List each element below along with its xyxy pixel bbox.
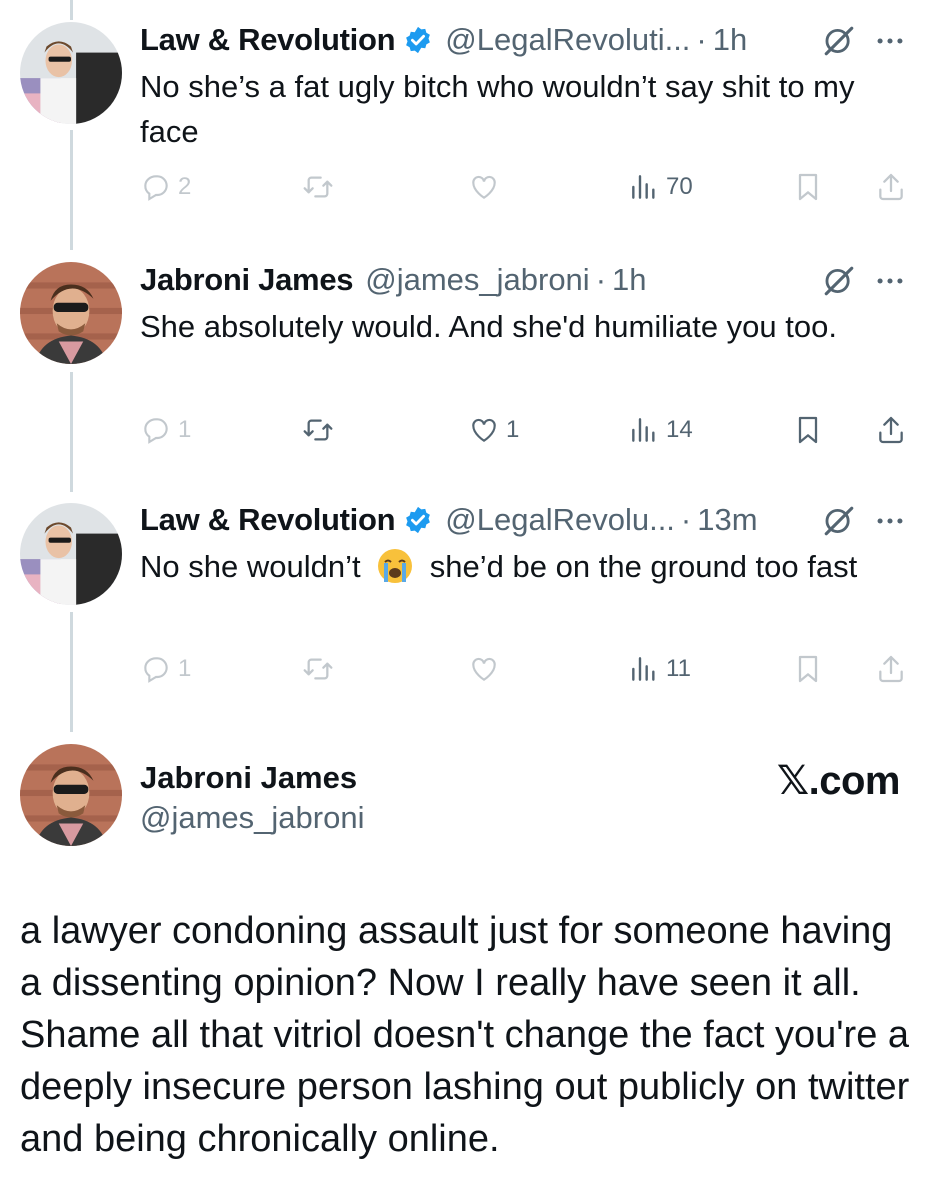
share-button[interactable] xyxy=(875,170,907,204)
like-button[interactable] xyxy=(468,652,500,686)
reply-count: 1 xyxy=(178,655,192,682)
avatar[interactable] xyxy=(20,744,122,846)
reply-count: 1 xyxy=(178,416,192,443)
author-handle[interactable]: @LegalRevoluti... xyxy=(445,22,690,58)
reply-button[interactable]: 1 xyxy=(140,652,191,686)
retweet-button[interactable] xyxy=(302,413,334,447)
separator-dot: · xyxy=(595,262,607,297)
thread-line xyxy=(70,0,73,20)
verified-icon xyxy=(403,505,433,535)
views-icon xyxy=(628,653,660,685)
reply-icon xyxy=(140,171,172,203)
like-icon xyxy=(468,414,500,446)
bookmark-icon xyxy=(792,414,824,446)
grok-icon[interactable] xyxy=(822,264,856,298)
reply-button[interactable]: 2 xyxy=(140,170,191,204)
view-count: 14 xyxy=(666,416,693,443)
share-icon xyxy=(875,171,907,203)
views-icon xyxy=(628,414,660,446)
author-name[interactable]: Jabroni James xyxy=(140,262,354,298)
bookmark-button[interactable] xyxy=(792,413,824,447)
view-count: 70 xyxy=(666,173,693,200)
author-name[interactable]: Law & Revolution xyxy=(140,502,396,538)
timestamp[interactable]: 1h xyxy=(612,262,646,298)
retweet-icon xyxy=(302,171,334,203)
separator-dot: · xyxy=(680,502,692,537)
views-button[interactable]: 11 xyxy=(628,652,691,686)
reply-count: 2 xyxy=(178,173,192,200)
tweet-text: She absolutely would. And she'd humiliat… xyxy=(140,309,837,344)
bookmark-icon xyxy=(792,653,824,685)
author-handle[interactable]: @james_jabroni xyxy=(365,262,589,298)
share-button[interactable] xyxy=(875,652,907,686)
more-icon[interactable] xyxy=(873,264,907,298)
like-count: 1 xyxy=(506,416,520,443)
profile-handle[interactable]: @james_jabroni xyxy=(140,800,364,836)
avatar[interactable] xyxy=(20,262,122,364)
share-icon xyxy=(875,414,907,446)
views-button[interactable]: 70 xyxy=(628,170,693,204)
author-name[interactable]: Law & Revolution xyxy=(140,22,396,58)
tweet-actions: 1 11 xyxy=(140,652,910,686)
more-icon[interactable] xyxy=(873,24,907,58)
like-button[interactable] xyxy=(468,170,500,204)
share-icon xyxy=(875,653,907,685)
retweet-button[interactable] xyxy=(302,170,334,204)
timestamp[interactable]: 1h xyxy=(713,22,747,58)
avatar[interactable] xyxy=(20,22,122,124)
more-icon[interactable] xyxy=(873,504,907,538)
reply-icon xyxy=(140,414,172,446)
view-count: 11 xyxy=(666,655,691,682)
site-label: 𝕏.com xyxy=(776,759,901,803)
tweet-actions: 2 70 xyxy=(140,170,910,204)
loudly-crying-face-emoji xyxy=(378,549,413,583)
timestamp[interactable]: 13m xyxy=(697,502,757,538)
bookmark-button[interactable] xyxy=(792,170,824,204)
tweet-actions: 1 1 14 xyxy=(140,413,910,447)
tweet-text-part: she’d be on the ground too fast xyxy=(421,549,858,584)
retweet-icon xyxy=(302,414,334,446)
tweet-text: No she’s a fat ugly bitch who wouldn’t s… xyxy=(140,69,855,149)
grok-icon[interactable] xyxy=(822,504,856,538)
post-text: a lawyer condoning assault just for some… xyxy=(20,910,910,1160)
thread-line xyxy=(70,612,73,732)
like-icon xyxy=(468,171,500,203)
like-icon xyxy=(468,653,500,685)
reply-button[interactable]: 1 xyxy=(140,413,191,447)
author-handle[interactable]: @LegalRevolu... xyxy=(445,502,675,538)
separator-dot: · xyxy=(696,22,707,57)
reply-icon xyxy=(140,653,172,685)
thread-line xyxy=(70,130,73,250)
verified-icon xyxy=(403,25,433,55)
views-button[interactable]: 14 xyxy=(628,413,693,447)
avatar[interactable] xyxy=(20,503,122,605)
retweet-icon xyxy=(302,653,334,685)
tweet-text: No she wouldn’t she’d be on the ground t… xyxy=(140,544,910,589)
profile-name[interactable]: Jabroni James xyxy=(140,760,357,796)
tweet-text-part: No she wouldn’t xyxy=(140,549,370,584)
bookmark-icon xyxy=(792,171,824,203)
thread-line xyxy=(70,372,73,492)
views-icon xyxy=(628,171,660,203)
share-button[interactable] xyxy=(875,413,907,447)
bookmark-button[interactable] xyxy=(792,652,824,686)
retweet-button[interactable] xyxy=(302,652,334,686)
like-button[interactable]: 1 xyxy=(468,413,519,447)
grok-icon[interactable] xyxy=(822,24,856,58)
